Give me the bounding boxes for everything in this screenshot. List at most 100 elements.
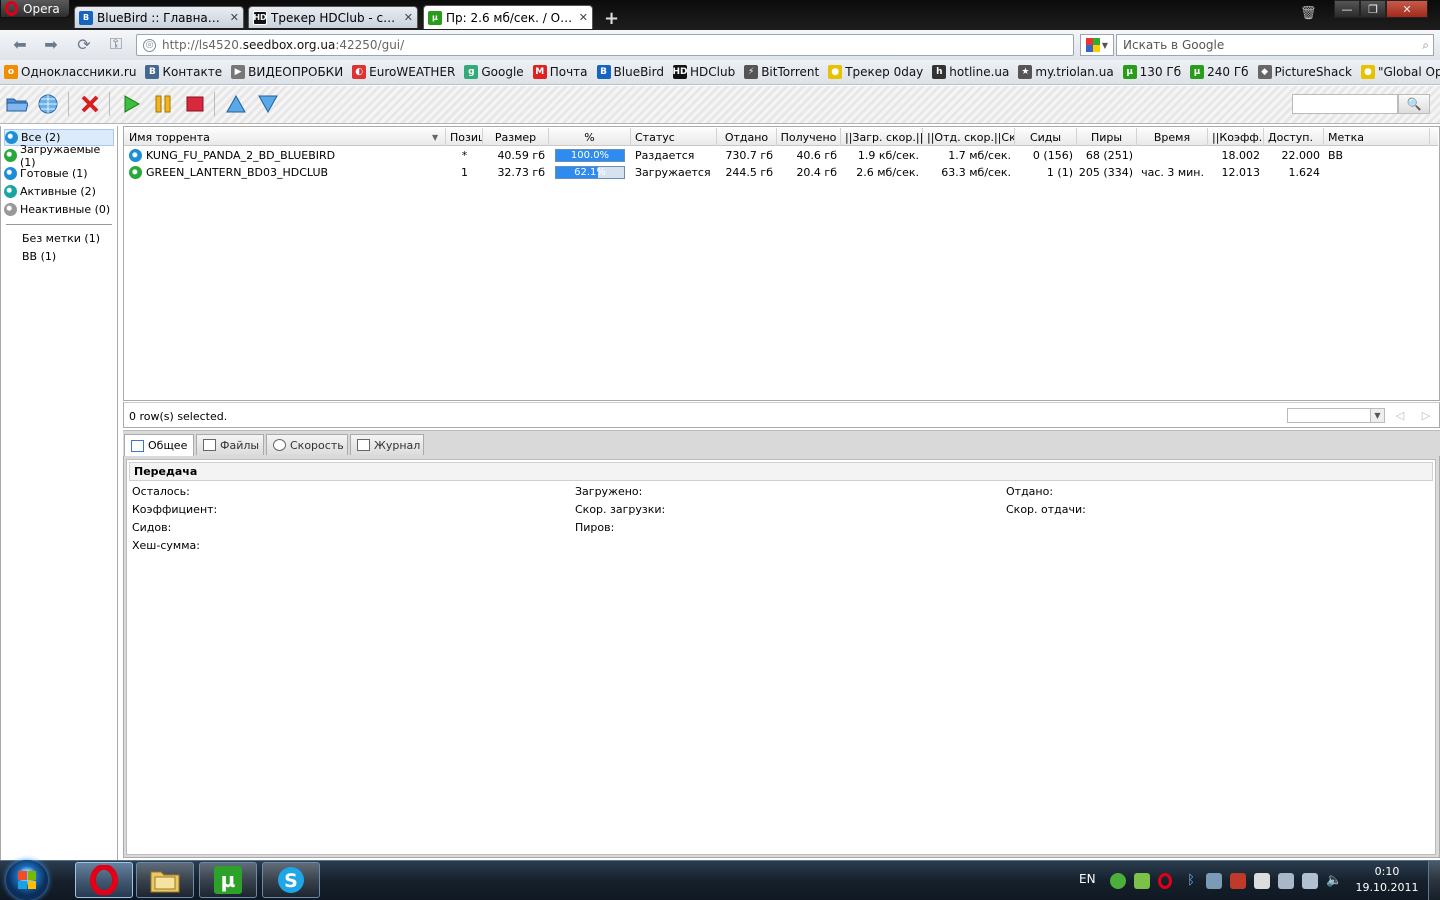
column-header-downloaded[interactable]: Получено: [777, 128, 841, 146]
column-header-eta[interactable]: Время: [1137, 128, 1208, 146]
torrent-name: GREEN_LANTERN_BD03_HDCLUB: [146, 166, 329, 179]
search-engine-selector[interactable]: ▼: [1080, 34, 1114, 56]
antivirus-tray-icon[interactable]: [1230, 873, 1246, 889]
column-header-status[interactable]: Статус: [631, 128, 717, 146]
search-icon[interactable]: 🔍: [1398, 94, 1430, 114]
status-act-icon: [4, 185, 17, 198]
forward-icon[interactable]: ➡: [40, 34, 62, 54]
column-header-size[interactable]: Размер: [483, 128, 549, 146]
prev-page-icon[interactable]: ◁: [1394, 408, 1406, 423]
search-input[interactable]: Искать в Google ⌕: [1116, 34, 1434, 56]
browser-tab-utorrent[interactable]: µ Пр: 2.6 мб/сек. / От: 6... ✕: [423, 5, 593, 29]
stop-icon[interactable]: [182, 92, 208, 116]
sidebar-label-bb[interactable]: BB (1): [22, 250, 56, 263]
bookmark-item[interactable]: ▶ ВИДЕОПРОБКИ: [231, 65, 343, 79]
close-window-button[interactable]: ✕: [1386, 0, 1428, 18]
opera-tray-icon[interactable]: [1158, 873, 1172, 889]
browser-tab-bluebird[interactable]: B BlueBird :: Главная: ск... ✕: [74, 6, 244, 28]
sidebar-label-none[interactable]: Без метки (1): [22, 232, 100, 245]
start-icon[interactable]: [118, 92, 144, 116]
reload-icon[interactable]: ⟳: [73, 34, 95, 54]
column-header-avail[interactable]: Доступ.: [1264, 128, 1324, 146]
address-bar[interactable]: ◎ http://ls4520.seedbox.org.ua:42250/gui…: [136, 34, 1074, 56]
column-header-percent[interactable]: %: [549, 128, 631, 146]
move-up-icon[interactable]: [223, 92, 249, 116]
tab-log[interactable]: Журнал: [350, 434, 424, 455]
page-select[interactable]: ▼: [1287, 408, 1385, 423]
bookmark-item[interactable]: В Контакте: [145, 65, 222, 79]
taskbar-utorrent[interactable]: µ: [199, 862, 257, 898]
start-button[interactable]: [6, 860, 48, 900]
bookmark-item[interactable]: ◐ EuroWEATHER: [352, 65, 455, 79]
column-header-ul_speed[interactable]: ||Отд. скор.||Ско: [923, 128, 1015, 146]
pause-icon[interactable]: [150, 92, 176, 116]
bookmark-item[interactable]: ● Трекер 0day: [828, 65, 923, 79]
bookmark-item[interactable]: µ 130 Гб: [1122, 65, 1181, 79]
bookmark-item[interactable]: M Почта: [532, 65, 588, 79]
column-header-label[interactable]: Метка: [1324, 128, 1430, 146]
sidebar-filter-done[interactable]: Готовые (1): [4, 165, 114, 182]
tab-speed[interactable]: Скорость: [266, 434, 348, 455]
browser-tab-hdclub[interactable]: HD Трекер HDClub - скач... ✕: [248, 6, 418, 28]
column-header-name[interactable]: Имя торрента: [125, 128, 446, 146]
sidebar-filter-act[interactable]: Активные (2): [4, 183, 114, 200]
show-desktop-button[interactable]: [1428, 861, 1440, 900]
bookmark-item[interactable]: µ 240 Гб: [1190, 65, 1249, 79]
close-tab-icon[interactable]: ✕: [404, 11, 413, 24]
network-status-icon[interactable]: [1302, 873, 1318, 889]
taskbar-explorer[interactable]: [136, 862, 194, 898]
bookmark-item[interactable]: ★ my.triolan.ua: [1018, 65, 1114, 79]
search-icon[interactable]: ⌕: [1422, 38, 1429, 53]
bookmark-item[interactable]: g Google: [464, 65, 524, 79]
open-folder-icon[interactable]: [4, 92, 30, 116]
close-tab-icon[interactable]: ✕: [230, 11, 239, 24]
bookmark-item[interactable]: о Одноклассники.ru: [4, 65, 136, 79]
opera-menu-button[interactable]: Opera: [0, 0, 70, 18]
next-page-icon[interactable]: ▷: [1420, 408, 1432, 423]
bookmark-item[interactable]: h hotline.ua: [932, 65, 1009, 79]
system-clock[interactable]: 0:10 19.10.2011: [1352, 864, 1422, 896]
display-tray-icon[interactable]: [1206, 873, 1222, 889]
taskbar-opera[interactable]: [75, 862, 133, 898]
flag-tray-icon[interactable]: [1254, 873, 1270, 889]
windows-logo-icon: [18, 871, 36, 889]
close-tab-icon[interactable]: ✕: [579, 11, 588, 24]
column-header-pos[interactable]: Позиц: [446, 128, 483, 146]
network-tray-icon[interactable]: [1134, 873, 1150, 889]
bookmark-item[interactable]: B BlueBird: [596, 65, 664, 79]
bookmark-item[interactable]: HD HDClub: [672, 65, 735, 79]
power-tray-icon[interactable]: [1278, 873, 1294, 889]
bookmark-item[interactable]: ◆ PictureShack: [1257, 65, 1352, 79]
language-indicator[interactable]: EN: [1079, 872, 1096, 886]
move-down-icon[interactable]: [255, 92, 281, 116]
bluetooth-icon[interactable]: ᛒ: [1183, 873, 1199, 889]
column-header-ratio[interactable]: ||Коэфф.||: [1208, 128, 1264, 146]
add-url-icon[interactable]: [35, 92, 61, 116]
key-icon[interactable]: ⚿: [105, 34, 127, 54]
column-header-seeds[interactable]: Сиды: [1015, 128, 1077, 146]
chat-tray-icon[interactable]: [1110, 873, 1126, 889]
taskbar-skype[interactable]: S: [262, 862, 320, 898]
back-icon[interactable]: ⬅: [9, 34, 31, 54]
tab-general[interactable]: Общее: [124, 434, 194, 456]
column-header-dl_speed[interactable]: ||Загр. скор.||: [841, 128, 923, 146]
column-header-peers[interactable]: Пиры: [1077, 128, 1137, 146]
files-icon: [203, 439, 216, 451]
sidebar-filter-dl[interactable]: Загружаемые (1): [4, 143, 114, 169]
restore-button[interactable]: ❐: [1360, 0, 1386, 18]
tab-files[interactable]: Файлы: [196, 434, 264, 455]
volume-icon[interactable]: 🔈: [1326, 873, 1342, 889]
column-header-uploaded[interactable]: Отдано: [717, 128, 777, 146]
bookmark-item[interactable]: ⚡ BitTorrent: [744, 65, 819, 79]
new-tab-button[interactable]: +: [604, 8, 619, 29]
remove-icon[interactable]: [77, 92, 103, 116]
bookmark-item[interactable]: ●"Global Ops: Commando...: [1360, 65, 1440, 79]
utorrent-icon: µ: [1122, 65, 1137, 79]
sidebar-filter-inact[interactable]: Неактивные (0): [4, 201, 114, 218]
minimize-button[interactable]: —: [1334, 0, 1360, 18]
tab-log-label: Журнал: [374, 438, 421, 452]
cell-downloaded: 20.4 гб: [796, 166, 837, 179]
torrent-search-input[interactable]: [1292, 94, 1398, 114]
log-icon: [357, 439, 370, 451]
trash-icon[interactable]: 🗑: [1300, 6, 1318, 24]
